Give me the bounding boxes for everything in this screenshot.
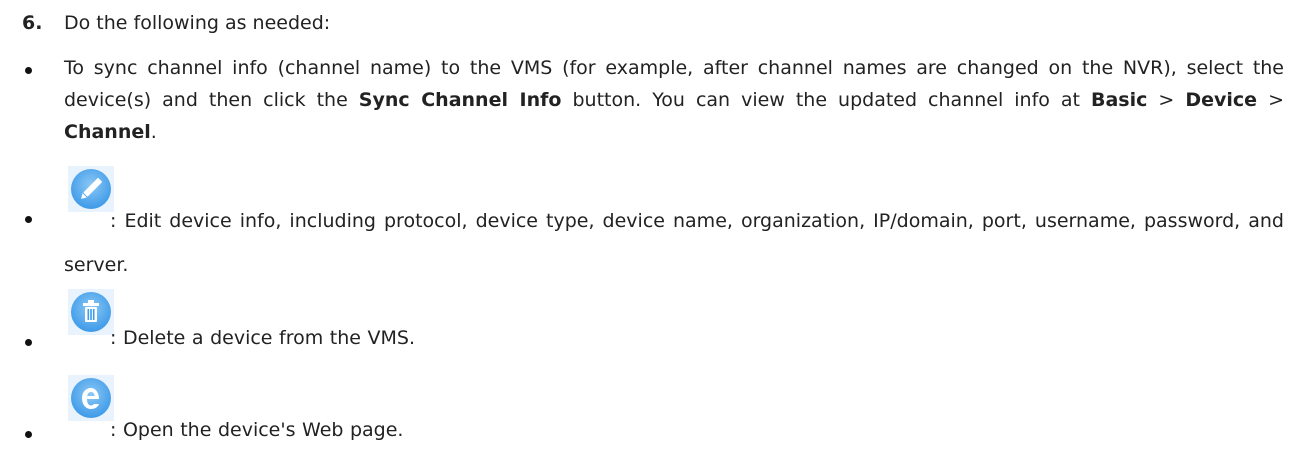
step-number: 6. xyxy=(22,12,43,34)
list-item-text: : Delete a device from the VMS. xyxy=(64,323,1284,353)
list-item-web: : Open the device's Web page. xyxy=(22,375,1284,455)
list-item-edit: : Edit device info, including protocol, … xyxy=(22,166,1284,276)
bullet-dot xyxy=(25,216,32,223)
text-segment: : Open the device's Web page. xyxy=(110,419,404,441)
step-heading: 6. Do the following as needed: xyxy=(22,9,330,37)
list-item-text: : Open the device's Web page. xyxy=(64,415,1284,445)
text-segment: . xyxy=(150,121,157,143)
step-text: Do the following as needed: xyxy=(64,12,331,34)
text-segment: button. You can view the updated channel… xyxy=(561,89,1091,111)
path-separator: > xyxy=(1147,89,1186,111)
device-term: Device xyxy=(1185,89,1258,111)
list-item-text: To sync channel info (channel name) to t… xyxy=(64,52,1284,148)
list-item-delete: : Delete a device from the VMS. xyxy=(22,289,1284,361)
bullet-dot xyxy=(25,67,32,74)
basic-term: Basic xyxy=(1091,89,1148,111)
bullet-dot xyxy=(25,339,32,346)
text-segment: : Edit device info, including protocol, … xyxy=(64,210,1284,276)
document-page: 6. Do the following as needed: To sync ch… xyxy=(0,0,1306,471)
sync-channel-info-term: Sync Channel Info xyxy=(358,89,562,111)
channel-term: Channel xyxy=(64,121,151,143)
text-segment: : Delete a device from the VMS. xyxy=(110,327,416,349)
bullet-dot xyxy=(25,431,32,438)
list-item-text: : Edit device info, including protocol, … xyxy=(64,199,1284,287)
path-separator: > xyxy=(1257,89,1284,111)
list-item-sync-channel: To sync channel info (channel name) to t… xyxy=(22,48,1284,160)
